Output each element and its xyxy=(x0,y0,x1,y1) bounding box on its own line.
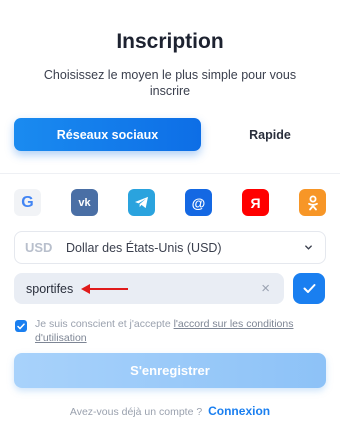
register-button[interactable]: S'enregistrer xyxy=(14,353,326,388)
promo-code-input[interactable]: sportifes × xyxy=(14,273,284,304)
page-subtitle: Choisissez le moyen le plus simple pour … xyxy=(43,68,297,98)
checkbox-check-icon xyxy=(17,322,25,330)
chevron-down-icon xyxy=(305,245,312,250)
terms-label: Je suis conscient et j'accepte xyxy=(35,318,174,330)
vk-icon[interactable]: vk xyxy=(71,189,98,216)
promo-apply-button[interactable] xyxy=(293,273,325,304)
telegram-plane-icon xyxy=(135,196,148,209)
google-icon[interactable]: G xyxy=(14,189,41,216)
check-icon xyxy=(303,284,315,293)
tab-social-networks[interactable]: Réseaux sociaux xyxy=(14,118,201,151)
terms-text: Je suis conscient et j'accepte l'accord … xyxy=(35,318,325,345)
promo-code-value: sportifes xyxy=(26,282,74,296)
annotation-arrow xyxy=(81,284,128,294)
login-prompt: Avez-vous déjà un compte ? Connexion xyxy=(0,404,340,418)
yandex-icon[interactable]: Я xyxy=(242,189,269,216)
login-link[interactable]: Connexion xyxy=(208,404,270,418)
page-title: Inscription xyxy=(116,30,224,53)
yandex-letter: Я xyxy=(250,194,261,211)
clear-icon[interactable]: × xyxy=(261,280,270,297)
mail-ru-icon[interactable]: @ xyxy=(185,189,212,216)
telegram-icon[interactable] xyxy=(128,189,155,216)
vk-letter: vk xyxy=(78,196,91,209)
divider xyxy=(0,173,340,174)
odnoklassniki-icon[interactable] xyxy=(299,189,326,216)
google-letter: G xyxy=(21,193,34,211)
social-login-row: G vk @ Я xyxy=(0,189,340,217)
currency-select[interactable]: USD Dollar des États-Unis (USD) xyxy=(14,231,326,264)
login-question: Avez-vous déjà un compte ? xyxy=(69,406,203,418)
terms-agreement: Je suis conscient et j'accepte l'accord … xyxy=(14,318,324,346)
odnoklassniki-figure-icon xyxy=(307,195,318,210)
mail-at-sign: @ xyxy=(191,194,206,211)
tab-quick[interactable]: Rapide xyxy=(214,118,326,151)
terms-checkbox[interactable] xyxy=(15,320,27,332)
signup-method-tabs: Réseaux sociaux Rapide xyxy=(14,118,326,152)
currency-name: Dollar des États-Unis (USD) xyxy=(66,241,222,255)
currency-code: USD xyxy=(25,240,53,255)
